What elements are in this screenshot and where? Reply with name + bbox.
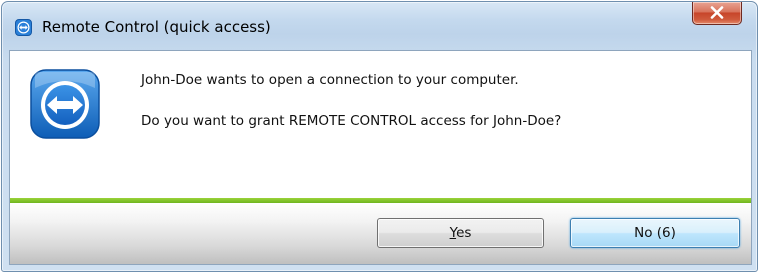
message-area: John-Doe wants to open a connection to y… [10, 51, 751, 199]
close-button[interactable] [692, 2, 742, 25]
no-button[interactable]: No (6) [570, 218, 740, 248]
button-bar: Yes No (6) [10, 203, 751, 264]
title-bar[interactable]: Remote Control (quick access) [2, 2, 757, 50]
connection-request-text: John-Doe wants to open a connection to y… [141, 72, 519, 88]
close-icon [710, 6, 724, 19]
dialog-window: Remote Control (quick access) John-Doe w… [1, 1, 758, 272]
yes-button[interactable]: Yes [377, 218, 544, 248]
grant-access-question: Do you want to grant REMOTE CONTROL acce… [141, 113, 562, 129]
teamviewer-logo [30, 69, 100, 139]
window-title: Remote Control (quick access) [42, 18, 271, 36]
teamviewer-icon [15, 19, 32, 36]
dialog-body: John-Doe wants to open a connection to y… [9, 50, 752, 265]
yes-label-rest: es [456, 225, 472, 241]
